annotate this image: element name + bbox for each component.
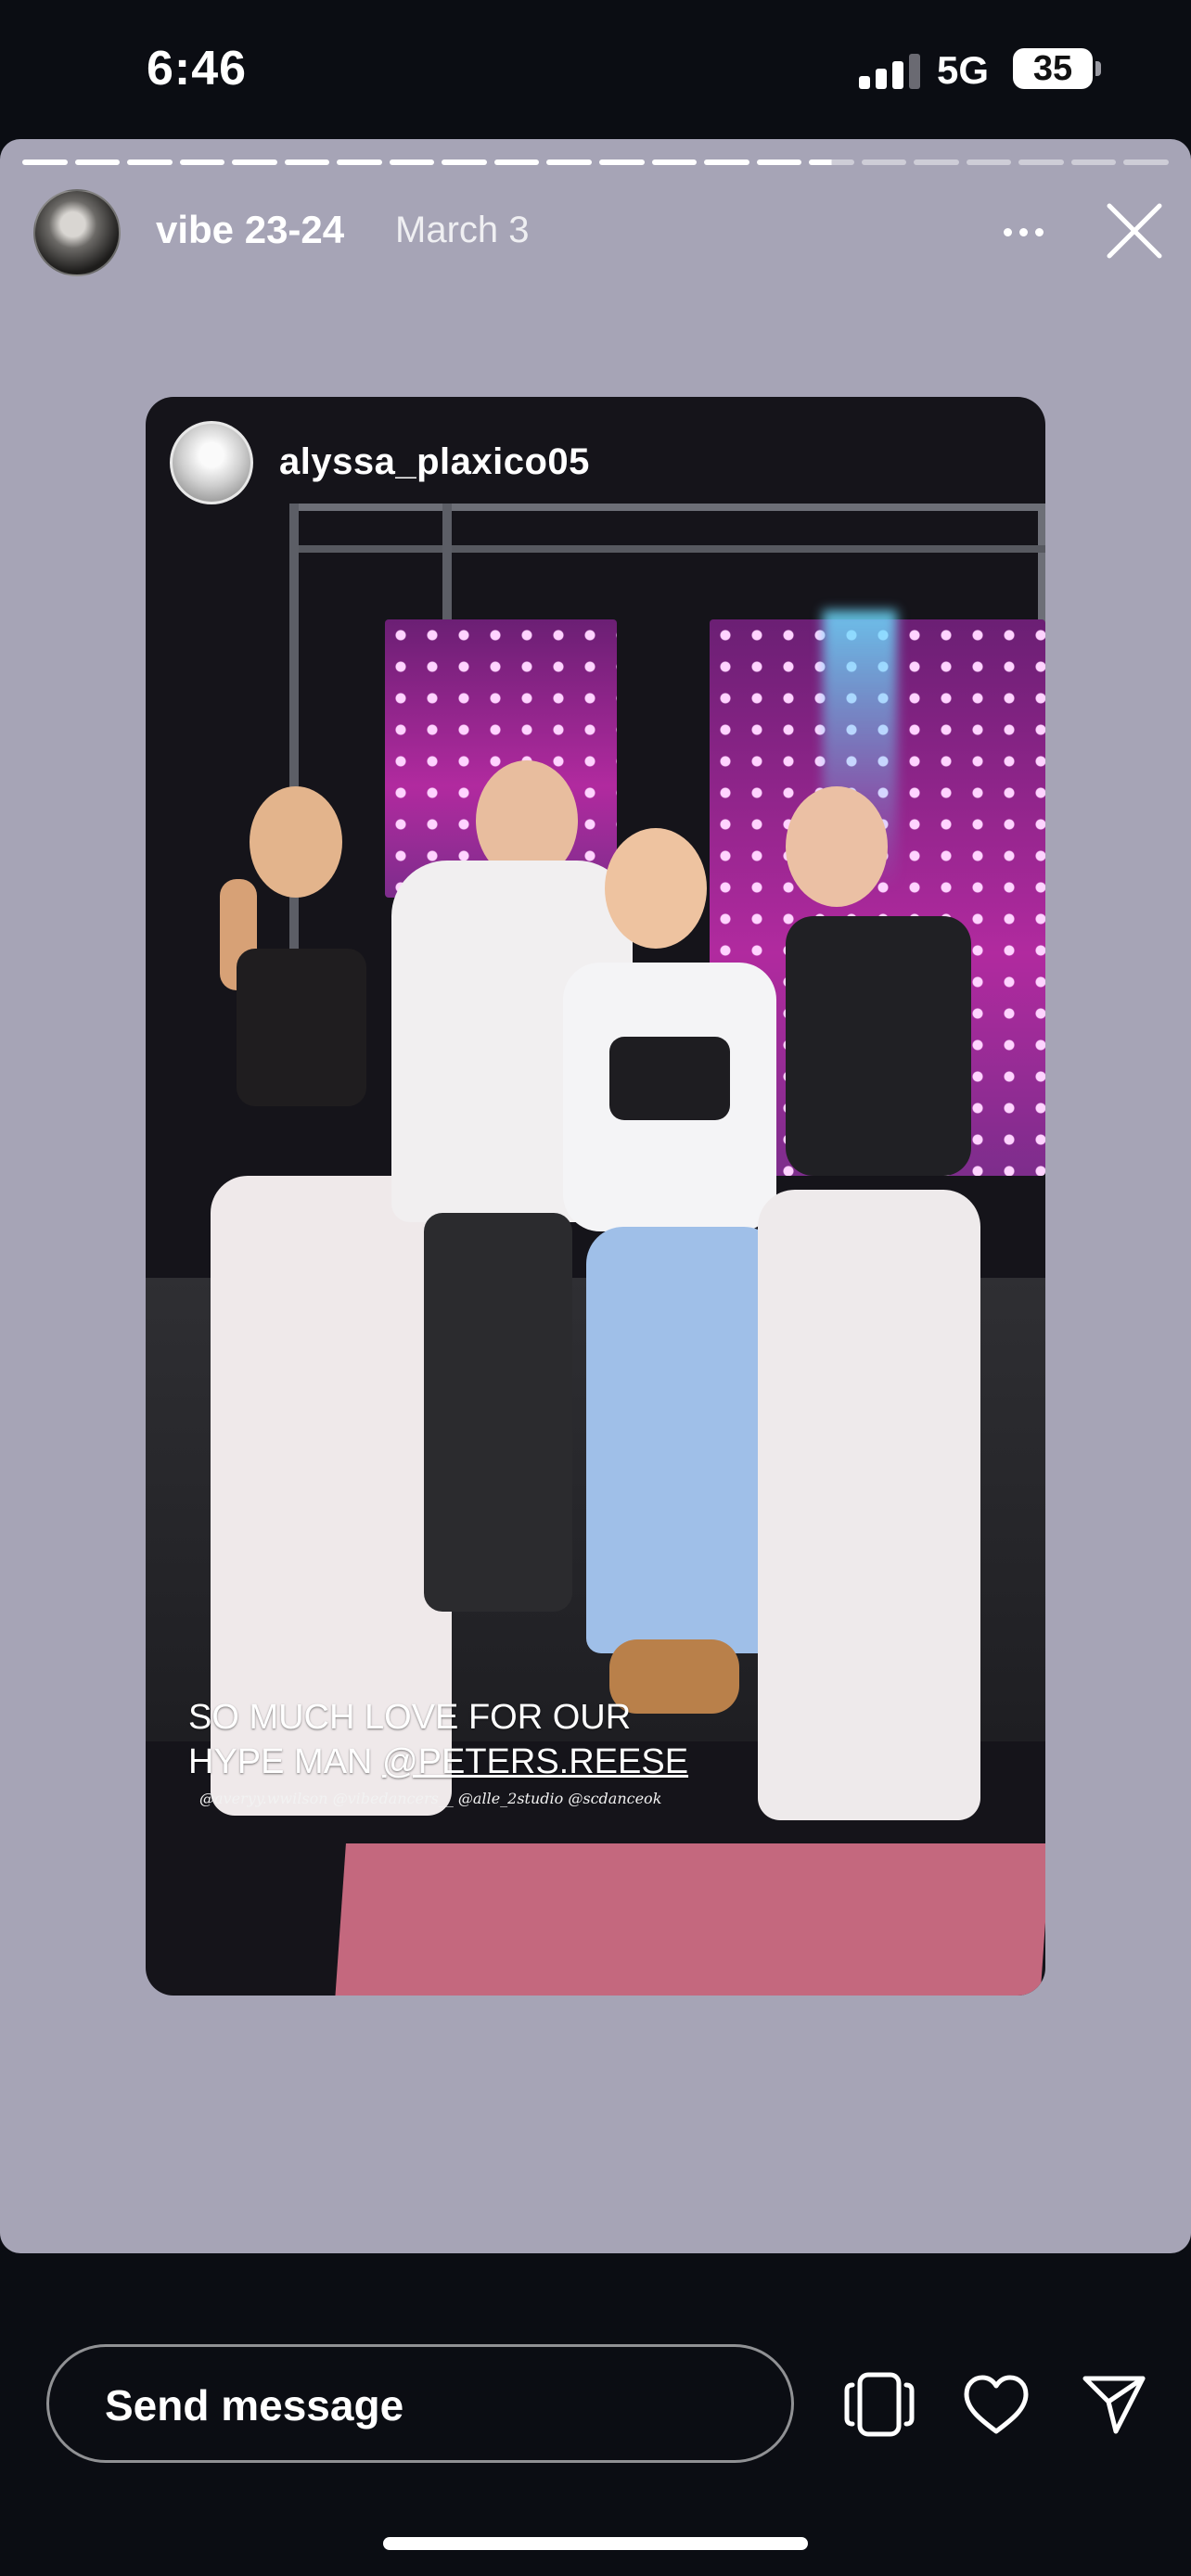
battery-tip (1095, 61, 1101, 76)
progress-segment (914, 159, 959, 165)
progress-segment (861, 159, 907, 165)
caption-line-2: HYPE MAN @PETERS.REESE (188, 1740, 688, 1784)
stage-truss-beam (289, 545, 1045, 553)
progress-segment (179, 159, 225, 165)
heart-icon[interactable] (963, 2374, 1030, 2435)
more-options-icon[interactable] (1000, 213, 1048, 250)
progress-segment (546, 159, 593, 165)
progress-segment (127, 159, 173, 165)
home-indicator[interactable] (383, 2537, 808, 2550)
status-time: 6:46 (147, 42, 248, 96)
progress-segment (389, 159, 435, 165)
progress-segment (232, 159, 277, 165)
close-icon[interactable] (1104, 200, 1165, 261)
send-message-placeholder: Send message (105, 2381, 404, 2429)
reshare-icon[interactable] (844, 2372, 915, 2437)
progress-segment (756, 159, 802, 165)
progress-segment (599, 159, 645, 165)
network-type: 5G (937, 48, 990, 92)
caption-prefix: HYPE MAN (188, 1742, 383, 1781)
progress-segment (1018, 159, 1064, 165)
progress-segment (966, 159, 1012, 165)
caption-mention-link[interactable]: @PETERS.REESE (382, 1742, 688, 1781)
story-account-name[interactable]: vibe 23-24 (156, 208, 344, 252)
photo-tags[interactable]: @averyy.wwilson @vibedancers__ @alle_2st… (199, 1790, 661, 1807)
stage-truss-pole (289, 504, 299, 1004)
post-author-avatar[interactable] (170, 421, 253, 504)
red-carpet (335, 1843, 1045, 1996)
account-avatar[interactable] (33, 189, 121, 276)
signal-icon (859, 54, 920, 89)
story-viewer[interactable]: vibe 23-24 March 3 alyssa_plaxico05 SO M… (0, 139, 1191, 2253)
progress-segment (442, 159, 487, 165)
send-message-input[interactable]: Send message (46, 2344, 794, 2463)
progress-segment (22, 159, 68, 165)
progress-segment (651, 159, 698, 165)
post-caption: SO MUCH LOVE FOR OUR HYPE MAN @PETERS.RE… (188, 1695, 688, 1784)
progress-segment (809, 159, 854, 165)
progress-segment (704, 159, 749, 165)
battery-indicator: 35 (1013, 48, 1093, 89)
status-bar: 6:46 5G 35 (0, 0, 1191, 139)
progress-segment (74, 159, 121, 165)
progress-segment (493, 159, 540, 165)
post-author-username[interactable]: alyssa_plaxico05 (279, 441, 590, 483)
progress-segment (1123, 159, 1170, 165)
progress-segment (337, 159, 382, 165)
progress-segment (284, 159, 330, 165)
send-icon[interactable] (1082, 2374, 1146, 2435)
story-date: March 3 (395, 210, 530, 250)
reshared-post[interactable]: alyssa_plaxico05 SO MUCH LOVE FOR OUR HY… (146, 397, 1045, 1996)
story-progress-bar (22, 159, 1170, 165)
progress-segment (1070, 159, 1117, 165)
caption-line-1: SO MUCH LOVE FOR OUR (188, 1698, 632, 1737)
